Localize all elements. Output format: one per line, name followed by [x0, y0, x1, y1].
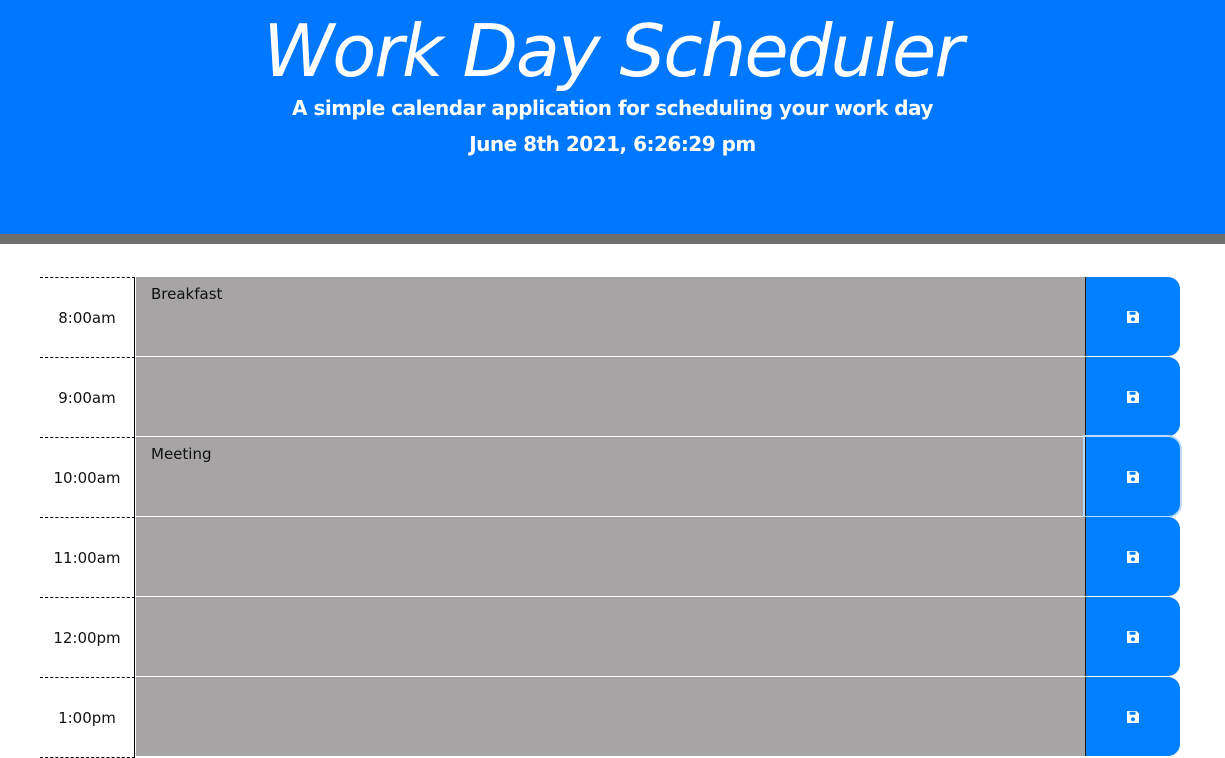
description-textarea[interactable]	[136, 597, 1085, 677]
hour-label: 11:00am	[40, 517, 135, 597]
description-textarea[interactable]: Breakfast	[136, 277, 1085, 357]
save-button[interactable]	[1085, 517, 1180, 596]
save-button[interactable]	[1085, 437, 1180, 516]
hour-text: 9:00am	[58, 388, 116, 407]
description-textarea[interactable]: Meeting	[136, 437, 1085, 517]
time-block-row: 8:00am Breakfast	[40, 277, 1180, 357]
save-icon	[1127, 710, 1139, 723]
current-day: June 8th 2021, 6:26:29 pm	[469, 132, 756, 156]
save-icon	[1127, 630, 1139, 643]
save-button[interactable]	[1085, 597, 1180, 676]
save-icon	[1127, 310, 1139, 323]
hour-text: 10:00am	[53, 468, 121, 487]
time-block-row: 10:00am Meeting	[40, 437, 1180, 517]
hour-text: 11:00am	[53, 548, 121, 567]
save-button[interactable]	[1085, 677, 1180, 756]
time-block-row: 9:00am	[40, 357, 1180, 437]
save-button[interactable]	[1085, 357, 1180, 436]
hour-label: 12:00pm	[40, 597, 135, 677]
time-block-row: 12:00pm	[40, 597, 1180, 677]
page-title: Work Day Scheduler	[263, 9, 964, 93]
description-text: Meeting	[151, 445, 212, 463]
hour-text: 8:00am	[58, 308, 116, 327]
header-divider	[0, 234, 1225, 244]
description-text: Breakfast	[151, 285, 223, 303]
description-textarea[interactable]	[136, 357, 1085, 437]
hour-label: 8:00am	[40, 277, 135, 357]
hour-text: 12:00pm	[53, 628, 121, 647]
header: Work Day Scheduler A simple calendar app…	[0, 0, 1225, 234]
save-icon	[1127, 550, 1139, 563]
time-block-row: 1:00pm	[40, 677, 1180, 758]
save-icon	[1127, 390, 1139, 403]
save-icon	[1127, 470, 1139, 483]
description-textarea[interactable]	[136, 677, 1085, 757]
hour-label: 9:00am	[40, 357, 135, 437]
page-subtitle: A simple calendar application for schedu…	[292, 96, 933, 120]
hour-label: 10:00am	[40, 437, 135, 517]
save-button[interactable]	[1085, 277, 1180, 356]
time-block-row: 11:00am	[40, 517, 1180, 597]
schedule-container: 8:00am Breakfast 9:00am 10:00am Meeting …	[40, 277, 1180, 758]
hour-label: 1:00pm	[40, 677, 135, 758]
hour-text: 1:00pm	[58, 708, 116, 727]
description-textarea[interactable]	[136, 517, 1085, 597]
